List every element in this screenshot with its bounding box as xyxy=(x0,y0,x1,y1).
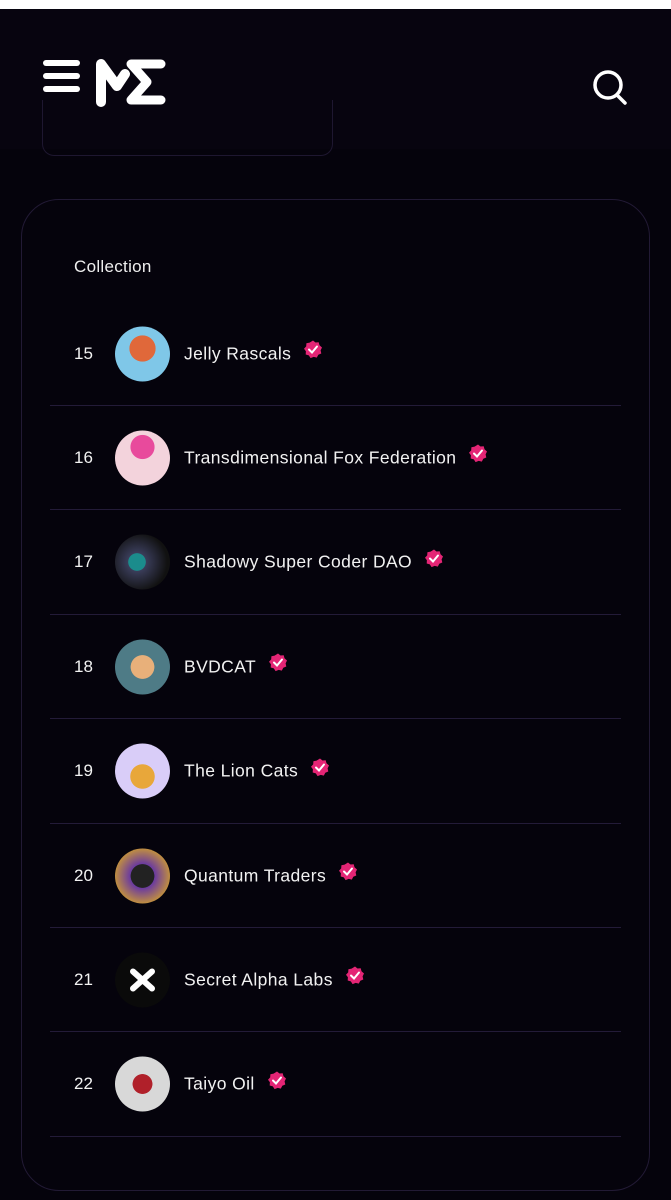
rank: 18 xyxy=(74,656,93,676)
table-row[interactable]: 21 Secret Alpha Labs xyxy=(50,928,621,1033)
rank: 20 xyxy=(74,865,93,885)
collection-name-text[interactable]: Transdimensional Fox Federation xyxy=(184,447,456,468)
table-row[interactable]: 20 Quantum Traders xyxy=(50,824,621,928)
rank: 17 xyxy=(74,552,93,572)
collection-avatar xyxy=(115,326,170,381)
collection-name[interactable]: Secret Alpha Labs xyxy=(184,966,365,990)
collection-name[interactable]: Quantum Traders xyxy=(184,862,358,886)
previous-card xyxy=(42,100,333,156)
collection-name-text[interactable]: Shadowy Super Coder DAO xyxy=(184,552,412,573)
verified-badge-icon xyxy=(339,862,358,881)
collection-name[interactable]: The Lion Cats xyxy=(184,758,330,782)
verified-badge-icon xyxy=(311,758,330,776)
table-row[interactable]: 18 BVDCAT xyxy=(50,615,621,720)
collection-name[interactable]: Shadowy Super Coder DAO xyxy=(184,549,444,573)
rank: 21 xyxy=(74,969,93,989)
collection-avatar xyxy=(115,430,170,486)
verified-badge-icon xyxy=(469,444,488,463)
rank: 22 xyxy=(74,1074,93,1094)
collection-name[interactable]: Taiyo Oil xyxy=(184,1071,287,1095)
verified-badge-icon xyxy=(267,1071,286,1089)
collection-avatar xyxy=(115,1056,170,1112)
collection-avatar xyxy=(115,848,170,903)
collection-name[interactable]: BVDCAT xyxy=(184,653,288,677)
secret-alpha-logo xyxy=(130,968,155,992)
collection-name-text[interactable]: Quantum Traders xyxy=(184,865,326,886)
collection-avatar xyxy=(115,534,170,590)
collection-name-text[interactable]: Jelly Rascals xyxy=(184,343,291,364)
collection-name-text[interactable]: Secret Alpha Labs xyxy=(184,969,333,990)
collection-name-text[interactable]: The Lion Cats xyxy=(184,761,298,782)
collection-avatar xyxy=(115,743,170,799)
table-row[interactable]: 16 Transdimensional Fox Federation xyxy=(50,406,621,511)
collection-name[interactable]: Jelly Rascals xyxy=(184,340,323,364)
collection-name[interactable]: Transdimensional Fox Federation xyxy=(184,444,488,468)
status-strip xyxy=(0,0,671,9)
verified-badge-icon xyxy=(304,340,323,359)
collection-avatar xyxy=(115,952,170,1008)
rank: 16 xyxy=(74,447,93,467)
rank: 15 xyxy=(74,343,93,363)
verified-badge-icon xyxy=(269,653,288,672)
search-icon[interactable] xyxy=(590,67,630,107)
table-row[interactable]: 22 Taiyo Oil xyxy=(50,1033,621,1137)
collection-name-text[interactable]: BVDCAT xyxy=(184,656,256,677)
verified-badge-icon xyxy=(345,966,364,985)
rank: 19 xyxy=(74,761,93,781)
table-row[interactable]: 19 The Lion Cats xyxy=(50,720,621,824)
collection-name-text[interactable]: Taiyo Oil xyxy=(184,1074,255,1095)
table-row[interactable]: 17 Shadowy Super Coder DAO xyxy=(50,511,621,615)
hamburger-icon[interactable] xyxy=(43,60,81,92)
collection-avatar xyxy=(115,639,170,695)
verified-badge-icon xyxy=(425,549,444,567)
table-row[interactable]: 15 Jelly Rascals xyxy=(50,302,621,406)
column-header-collection[interactable]: Collection xyxy=(74,257,152,277)
